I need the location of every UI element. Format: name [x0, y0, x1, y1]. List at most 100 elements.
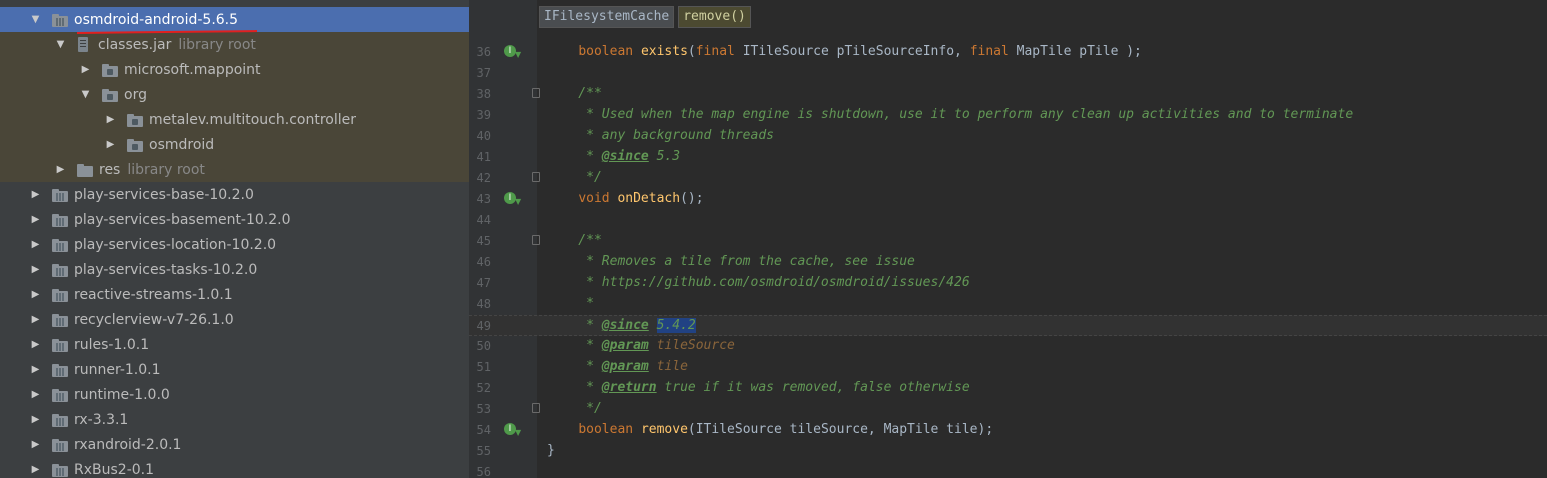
- expand-down-icon[interactable]: ▼: [55, 39, 66, 50]
- line-number: 40: [476, 129, 491, 143]
- code-line[interactable]: 42 */: [469, 168, 1547, 189]
- expand-right-icon[interactable]: ▶: [30, 439, 41, 450]
- code-token: exists: [640, 44, 688, 59]
- code-line[interactable]: 36 I ▼ boolean exists(final ITileSource pT…: [469, 42, 1547, 63]
- code-line[interactable]: 49 * @since 5.4.2: [469, 315, 1547, 336]
- code-token: *: [547, 359, 602, 374]
- library-icon: [52, 213, 68, 227]
- code-token: *: [547, 338, 602, 353]
- tree-item[interactable]: ▶ runner-1.0.1: [0, 357, 469, 382]
- code-line[interactable]: 51 * @param tile: [469, 357, 1547, 378]
- tree-item[interactable]: ▶ osmdroid: [0, 132, 469, 157]
- line-number: 55: [476, 444, 491, 458]
- tree-item[interactable]: ▶ play-services-base-10.2.0: [0, 182, 469, 207]
- expand-right-icon[interactable]: ▶: [30, 289, 41, 300]
- expand-right-icon[interactable]: ▶: [105, 139, 116, 150]
- code-token: onDetach: [617, 191, 681, 206]
- tree-item-label: reactive-streams-1.0.1: [74, 286, 233, 303]
- line-number: 43: [476, 192, 491, 206]
- code-line[interactable]: 56: [469, 462, 1547, 478]
- code-line[interactable]: 47 * https://github.com/osmdroid/osmdroi…: [469, 273, 1547, 294]
- fold-icon[interactable]: [532, 235, 540, 245]
- expand-right-icon[interactable]: ▶: [80, 64, 91, 75]
- code-line[interactable]: 39 * Used when the map engine is shutdow…: [469, 105, 1547, 126]
- code-token: 5.4.2: [656, 318, 696, 333]
- code-line[interactable]: 40 * any background threads: [469, 126, 1547, 147]
- code-token: boolean: [578, 44, 641, 59]
- tree-item-label: runner-1.0.1: [74, 361, 161, 378]
- expand-right-icon[interactable]: ▶: [30, 339, 41, 350]
- tree-item[interactable]: ▶ play-services-location-10.2.0: [0, 232, 469, 257]
- expand-right-icon[interactable]: ▶: [55, 164, 66, 175]
- library-icon: [52, 463, 68, 477]
- expand-right-icon[interactable]: ▶: [30, 189, 41, 200]
- code-line[interactable]: 53 */: [469, 399, 1547, 420]
- fold-icon[interactable]: [532, 172, 540, 182]
- expand-down-icon[interactable]: ▼: [30, 14, 41, 25]
- code-line[interactable]: 50 * @param tileSource: [469, 336, 1547, 357]
- expand-right-icon[interactable]: ▶: [30, 464, 41, 475]
- library-icon: [52, 388, 68, 402]
- tree-item-label: classes.jar: [98, 36, 172, 53]
- code-line[interactable]: 37: [469, 63, 1547, 84]
- tree-item[interactable]: ▼ org: [0, 82, 469, 107]
- code-line[interactable]: 54 I ▼ boolean remove(ITileSource tileSour…: [469, 420, 1547, 441]
- code-line[interactable]: 48 *: [469, 294, 1547, 315]
- expand-right-icon[interactable]: ▶: [30, 264, 41, 275]
- tree-item-label: runtime-1.0.0: [74, 386, 170, 403]
- expand-right-icon[interactable]: ▶: [30, 414, 41, 425]
- code-text: * Used when the map engine is shutdown, …: [547, 107, 1353, 122]
- marker-arrow-icon: ▼: [515, 428, 522, 437]
- tree-item[interactable]: ▶ play-services-tasks-10.2.0: [0, 257, 469, 282]
- tree-item-label: metalev.multitouch.controller: [149, 111, 356, 128]
- code-line[interactable]: 38 /**: [469, 84, 1547, 105]
- marker-arrow-icon: ▼: [515, 197, 522, 206]
- code-token: */: [547, 170, 602, 185]
- code-token: *: [547, 149, 602, 164]
- breadcrumb-method[interactable]: remove(): [678, 6, 751, 28]
- expand-right-icon[interactable]: ▶: [30, 314, 41, 325]
- tree-item-label: RxBus2-0.1: [74, 461, 155, 478]
- tree-item-label: osmdroid-android-5.6.5: [74, 11, 239, 28]
- code-editor[interactable]: IFilesystemCache remove() 36 I ▼ boolean e…: [469, 0, 1547, 478]
- code-line[interactable]: 43 I ▼ void onDetach();: [469, 189, 1547, 210]
- tree-item[interactable]: ▼ classes.jar library root: [0, 32, 469, 57]
- code-line[interactable]: 46 * Removes a tile from the cache, see …: [469, 252, 1547, 273]
- tree-item[interactable]: ▶ rxandroid-2.0.1: [0, 432, 469, 457]
- fold-icon[interactable]: [532, 88, 540, 98]
- breadcrumb-interface[interactable]: IFilesystemCache: [539, 6, 675, 28]
- expand-right-icon[interactable]: ▶: [30, 239, 41, 250]
- tree-item[interactable]: ▶ reactive-streams-1.0.1: [0, 282, 469, 307]
- line-number: 37: [476, 66, 491, 80]
- fold-icon[interactable]: [532, 403, 540, 413]
- tree-item-label: play-services-base-10.2.0: [74, 186, 254, 203]
- tree-item[interactable]: ▶ res library root: [0, 157, 469, 182]
- code-line[interactable]: 52 * @return true if it was removed, fal…: [469, 378, 1547, 399]
- line-number: 52: [476, 381, 491, 395]
- tree-item[interactable]: ▶ recyclerview-v7-26.1.0: [0, 307, 469, 332]
- code-line[interactable]: 45 /**: [469, 231, 1547, 252]
- tree-item[interactable]: ▶ rules-1.0.1: [0, 332, 469, 357]
- tree-item[interactable]: ▶ play-services-basement-10.2.0: [0, 207, 469, 232]
- expand-down-icon[interactable]: ▼: [80, 89, 91, 100]
- code-text: * https://github.com/osmdroid/osmdroid/i…: [547, 275, 970, 290]
- tree-item[interactable]: ▶ rx-3.3.1: [0, 407, 469, 432]
- tree-item[interactable]: ▶ microsoft.mappoint: [0, 57, 469, 82]
- code-line[interactable]: 44: [469, 210, 1547, 231]
- tree-item-label: play-services-location-10.2.0: [74, 236, 277, 253]
- expand-right-icon[interactable]: ▶: [105, 114, 116, 125]
- tree-item[interactable]: ▶ runtime-1.0.0: [0, 382, 469, 407]
- tree-item[interactable]: ▼ osmdroid-android-5.6.5: [0, 7, 469, 32]
- expand-right-icon[interactable]: ▶: [30, 364, 41, 375]
- marker-arrow-icon: ▼: [515, 50, 522, 59]
- line-number: 53: [476, 402, 491, 416]
- tree-item[interactable]: ▶ metalev.multitouch.controller: [0, 107, 469, 132]
- code-line[interactable]: 55}: [469, 441, 1547, 462]
- expand-right-icon[interactable]: ▶: [30, 214, 41, 225]
- code-token: tileSource: [656, 338, 735, 353]
- tree-item[interactable]: ▶ RxBus2-0.1: [0, 457, 469, 478]
- code-text: /**: [547, 233, 602, 248]
- expand-right-icon[interactable]: ▶: [30, 389, 41, 400]
- code-line[interactable]: 41 * @since 5.3: [469, 147, 1547, 168]
